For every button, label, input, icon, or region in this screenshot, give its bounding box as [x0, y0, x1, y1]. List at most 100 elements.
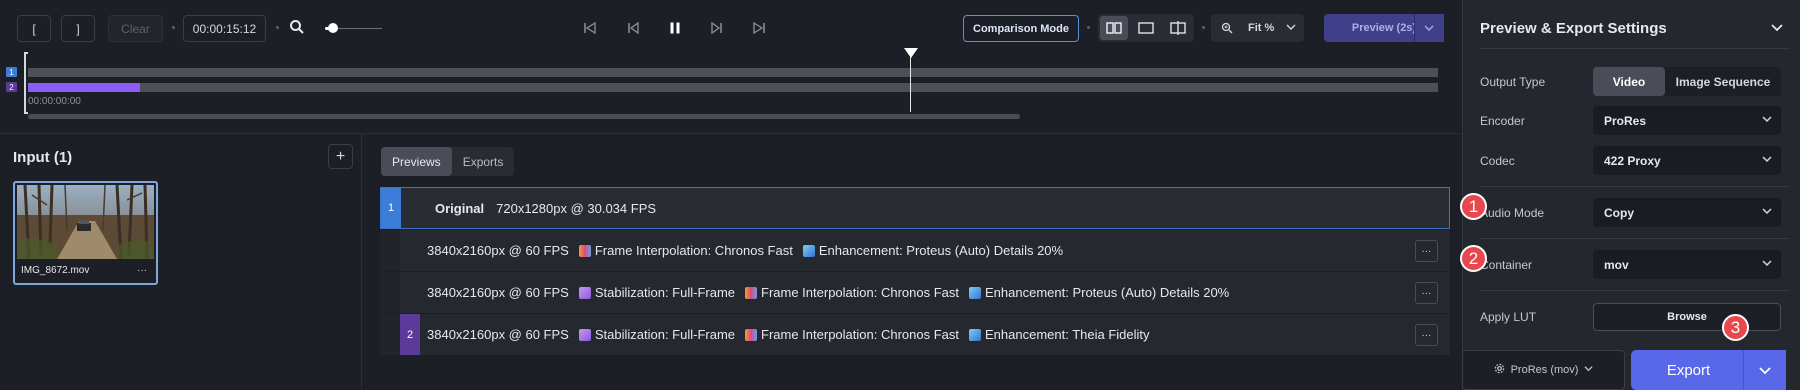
timeline[interactable]: 1 2 00:00:00:00 [0, 48, 1462, 127]
skip-to-start-icon[interactable] [580, 18, 600, 38]
timeline-track-2[interactable] [28, 83, 1438, 92]
enhancement-icon [969, 328, 981, 341]
zoom-in-icon [1221, 22, 1233, 37]
feature-label: Frame Interpolation: Chronos Fast [594, 243, 793, 258]
preview-list: 1 Original 720x1280px @ 30.034 FPS 3840x… [380, 187, 1450, 356]
output-type-toggle: Video Image Sequence [1593, 67, 1781, 96]
row-name: Original [435, 200, 485, 216]
step-forward-icon[interactable] [707, 18, 727, 38]
output-type-image-sequence[interactable]: Image Sequence [1665, 67, 1781, 96]
annotation-badge-3: 3 [1722, 314, 1749, 341]
codec-label: Codec [1480, 154, 1515, 168]
transport-bar: [ ] Clear 00:00:15:12 Comparison Mode Fi… [0, 0, 1462, 52]
audio-mode-select[interactable]: Copy [1593, 198, 1781, 227]
chevron-down-icon [1761, 153, 1773, 168]
fit-label: Fit % [1248, 22, 1275, 34]
apply-lut-label: Apply LUT [1480, 310, 1537, 324]
export-button-label: Export [1666, 361, 1711, 379]
browse-lut-button[interactable]: Browse [1593, 303, 1781, 331]
chevron-down-icon [1761, 113, 1773, 128]
export-options-chevron-icon[interactable] [1743, 350, 1786, 390]
chevron-down-icon [1761, 205, 1773, 220]
comparison-mode-button[interactable]: Comparison Mode [963, 15, 1079, 42]
input-file-card[interactable]: IMG_8672.mov ··· [13, 181, 158, 285]
separator-dot [1202, 26, 1205, 29]
row-spec: 3840x2160px @ 60 FPS [427, 285, 569, 300]
audio-mode-label: Audio Mode [1480, 206, 1545, 220]
container-label: Container [1480, 258, 1533, 272]
add-input-button[interactable]: + [328, 144, 353, 169]
input-file-more-button[interactable]: ··· [137, 265, 147, 276]
timeline-scrollbar[interactable] [28, 114, 1020, 119]
track-badge-2: 2 [6, 82, 17, 92]
clear-button[interactable]: Clear [108, 15, 163, 42]
single-view-icon[interactable] [1132, 16, 1160, 40]
row-spec: 3840x2160px @ 60 FPS [427, 243, 569, 258]
row-more-button[interactable]: ··· [1415, 282, 1438, 304]
row-number-badge: 2 [400, 314, 420, 355]
row-spec: 720x1280px @ 30.034 FPS [496, 200, 657, 216]
codec-select[interactable]: 422 Proxy [1593, 146, 1781, 175]
row-number-slot [380, 314, 400, 355]
chevron-down-icon [1761, 257, 1773, 272]
output-type-video[interactable]: Video [1593, 67, 1665, 96]
track-badge-1: 1 [6, 67, 17, 77]
divider [1480, 290, 1790, 291]
tab-exports[interactable]: Exports [452, 147, 515, 176]
export-panel-title: Preview & Export Settings [1480, 20, 1667, 37]
input-file-name: IMG_8672.mov [21, 265, 90, 276]
feature-label: Stabilization: Full-Frame [594, 285, 736, 300]
encoder-label: Encoder [1480, 114, 1525, 128]
chevron-down-icon [1584, 364, 1593, 376]
chevron-down-icon [1286, 22, 1296, 35]
zoom-search-icon[interactable] [289, 19, 307, 37]
skip-to-end-icon[interactable] [749, 18, 769, 38]
divider [1480, 186, 1790, 187]
divider [1480, 238, 1790, 239]
side-by-side-view-icon[interactable] [1100, 16, 1128, 40]
split-view-icon[interactable] [1164, 16, 1192, 40]
container-select[interactable]: mov [1593, 250, 1781, 279]
feature-label: Enhancement: Proteus (Auto) Details 20% [818, 243, 1064, 258]
gear-icon [1494, 363, 1505, 377]
row-more-button[interactable]: ··· [1415, 240, 1438, 262]
audio-mode-value: Copy [1604, 206, 1634, 220]
feature-label: Frame Interpolation: Chronos Fast [761, 327, 959, 342]
stabilization-icon [578, 328, 591, 341]
output-type-label: Output Type [1480, 75, 1546, 89]
annotation-badge-1: 1 [1460, 193, 1487, 220]
tab-previews[interactable]: Previews [381, 147, 452, 176]
timeline-track-1[interactable] [28, 68, 1438, 77]
playhead[interactable] [910, 52, 911, 112]
zoom-fit-select[interactable]: Fit % [1211, 14, 1304, 42]
preview-options-chevron-icon[interactable] [1414, 14, 1442, 42]
export-preset-label: ProRes (mov) [1510, 364, 1579, 376]
set-in-point-button[interactable]: [ [17, 15, 51, 42]
frame-interpolation-icon [745, 328, 758, 341]
feature-label: Stabilization: Full-Frame [594, 327, 736, 342]
collapse-chevron-icon[interactable] [1770, 20, 1784, 39]
zoom-slider-handle[interactable] [328, 23, 338, 33]
enhancement-icon [802, 244, 815, 257]
codec-value: 422 Proxy [1604, 154, 1661, 168]
container-value: mov [1604, 258, 1629, 272]
previews-panel: Previews Exports 1 Original 720x1280px @… [368, 134, 1462, 390]
pause-icon[interactable] [665, 18, 685, 38]
row-spec: 3840x2160px @ 60 FPS [427, 327, 569, 342]
feature-label: Frame Interpolation: Chronos Fast [761, 285, 959, 300]
view-layout-group [1098, 14, 1194, 42]
preview-row-original[interactable]: 1 Original 720x1280px @ 30.034 FPS [380, 187, 1450, 229]
row-number-badge: 1 [381, 188, 401, 228]
timeline-start-time: 00:00:00:00 [28, 96, 81, 107]
set-out-point-button[interactable]: ] [61, 15, 95, 42]
playhead-handle[interactable] [904, 48, 918, 58]
export-preset-button[interactable]: ProRes (mov) [1462, 350, 1625, 390]
preview-row[interactable]: 2 3840x2160px @ 60 FPS Stabilization: Fu… [380, 314, 1450, 355]
encoder-select[interactable]: ProRes [1593, 106, 1781, 135]
feature-label: Enhancement: Theia Fidelity [985, 327, 1150, 342]
preview-row[interactable]: 3840x2160px @ 60 FPS Stabilization: Full… [380, 272, 1450, 313]
timecode-field[interactable]: 00:00:15:12 [183, 15, 266, 42]
preview-row[interactable]: 3840x2160px @ 60 FPS Frame Interpolation… [380, 230, 1450, 271]
row-more-button[interactable]: ··· [1415, 324, 1438, 346]
step-back-icon[interactable] [623, 18, 643, 38]
